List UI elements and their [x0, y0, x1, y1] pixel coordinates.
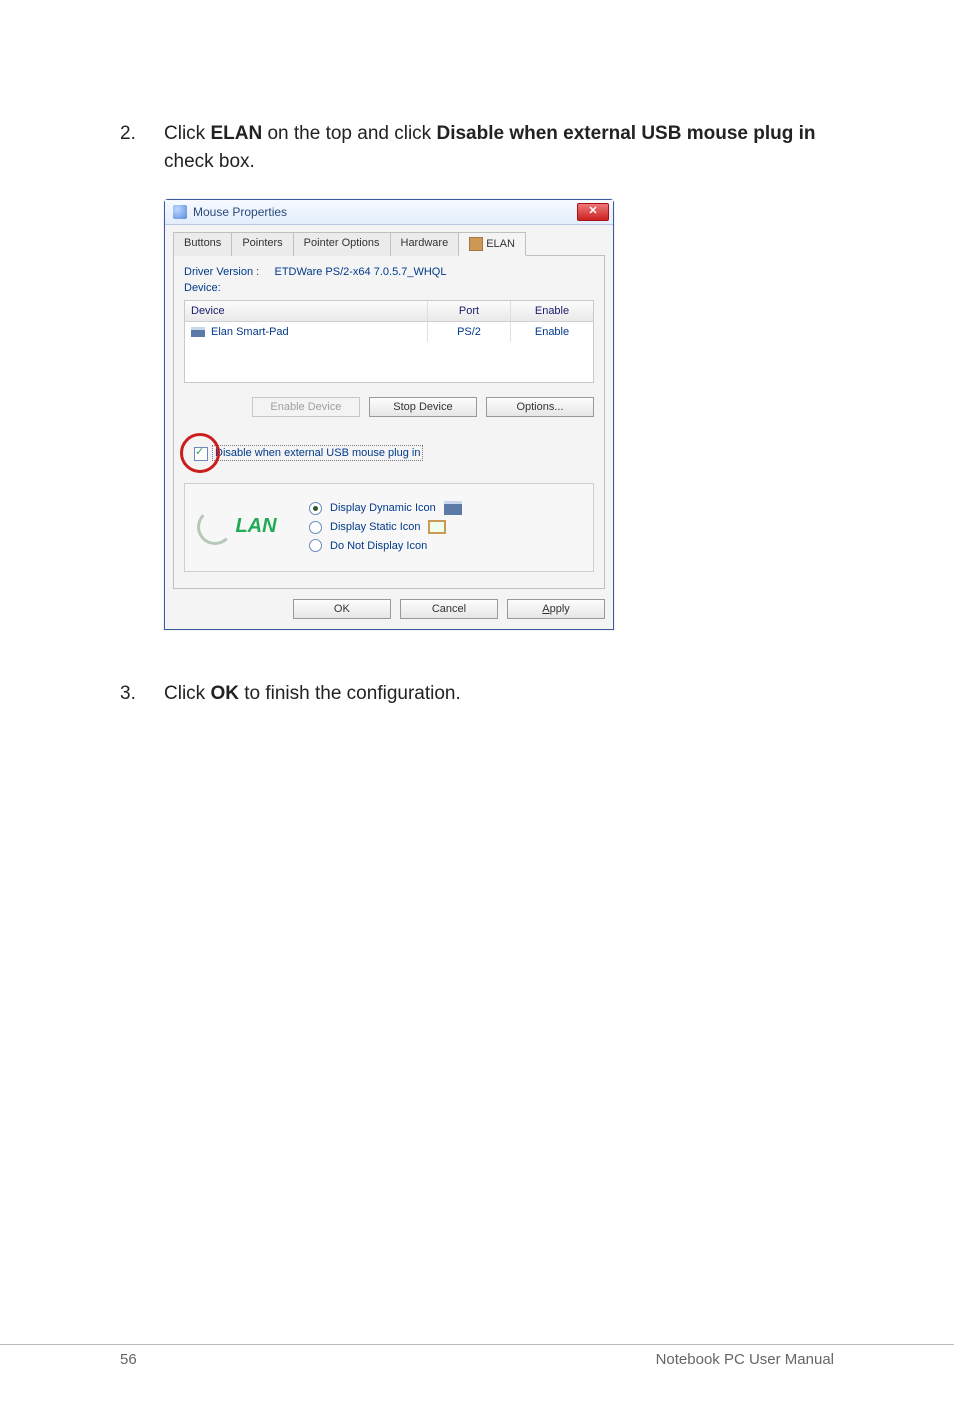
step-2-post: check box. — [164, 151, 255, 172]
stop-device-button[interactable]: Stop Device — [369, 397, 477, 417]
col-header-enable: Enable — [511, 301, 593, 321]
driver-version-value: ETDWare PS/2-x64 7.0.5.7_WHQL — [274, 266, 446, 278]
apply-button[interactable]: Apply — [507, 599, 605, 619]
device-enable: Enable — [511, 322, 593, 342]
dialog-titlebar: Mouse Properties ✕ — [165, 200, 613, 225]
step-2-bold-1: ELAN — [210, 123, 262, 144]
device-table: Device Port Enable Elan Smart-Pad PS/2 E… — [184, 300, 594, 383]
step-3-number: 3. — [120, 680, 164, 708]
radio-dynamic[interactable] — [309, 502, 322, 515]
page-footer: 56 Notebook PC User Manual — [0, 1344, 954, 1368]
ok-button[interactable]: OK — [293, 599, 391, 619]
dialog-action-row: OK Cancel Apply — [173, 589, 605, 619]
apply-underline: A — [542, 603, 549, 615]
touchpad-icon — [191, 327, 205, 337]
radio-static-label: Display Static Icon — [330, 521, 420, 533]
radio-static[interactable] — [309, 521, 322, 534]
radio-none[interactable] — [309, 539, 322, 552]
tab-elan[interactable]: ELAN — [458, 232, 526, 256]
close-button[interactable]: ✕ — [577, 203, 609, 221]
mouse-icon — [173, 205, 187, 219]
col-header-port: Port — [428, 301, 511, 321]
radio-none-row[interactable]: Do Not Display Icon — [309, 539, 583, 552]
step-2: 2. Click ELAN on the top and click Disab… — [120, 120, 834, 175]
tab-pointer-options[interactable]: Pointer Options — [293, 232, 391, 256]
driver-version-label: Driver Version : — [184, 266, 259, 278]
driver-version-line: Driver Version : ETDWare PS/2-x64 7.0.5.… — [184, 266, 594, 278]
device-name: Elan Smart-Pad — [211, 326, 289, 338]
device-port: PS/2 — [428, 322, 511, 342]
step-2-pre: Click — [164, 123, 210, 144]
cancel-button[interactable]: Cancel — [400, 599, 498, 619]
radio-dynamic-row[interactable]: Display Dynamic Icon — [309, 501, 583, 515]
tab-buttons[interactable]: Buttons — [173, 232, 232, 256]
disable-usb-checkbox-row[interactable]: Disable when external USB mouse plug in — [184, 441, 594, 465]
device-buttons-row: Enable Device Stop Device Options... — [184, 397, 594, 417]
footer-title: Notebook PC User Manual — [656, 1351, 834, 1368]
radio-dynamic-label: Display Dynamic Icon — [330, 502, 436, 514]
step-3-post: to finish the configuration. — [239, 683, 461, 704]
step-2-bold-2: Disable when external USB mouse plug in — [436, 123, 815, 144]
step-2-text: Click ELAN on the top and click Disable … — [164, 120, 834, 175]
dynamic-icon-preview — [444, 501, 462, 515]
disable-usb-checkbox[interactable] — [194, 447, 208, 461]
dialog-title: Mouse Properties — [193, 205, 287, 219]
tray-icon-panel: LAN Display Dynamic Icon Display Static … — [184, 483, 594, 572]
static-icon-preview — [428, 520, 446, 534]
radio-none-label: Do Not Display Icon — [330, 540, 427, 552]
col-header-device: Device — [185, 301, 428, 321]
disable-usb-label-rest: sable when external USB mouse plug in — [225, 447, 420, 459]
elan-logo-text: LAN — [235, 515, 276, 538]
step-2-number: 2. — [120, 120, 164, 175]
step-3-bold: OK — [210, 683, 239, 704]
options-button[interactable]: Options... — [486, 397, 594, 417]
elan-logo: LAN — [195, 496, 279, 557]
step-3-pre: Click — [164, 683, 210, 704]
radio-static-row[interactable]: Display Static Icon — [309, 520, 583, 534]
tab-elan-label: ELAN — [486, 238, 515, 250]
elan-tab-icon — [469, 237, 483, 251]
tab-bar: Buttons Pointers Pointer Options Hardwar… — [173, 231, 605, 256]
step-3-text: Click OK to finish the configuration. — [164, 680, 834, 708]
mouse-properties-dialog: Mouse Properties ✕ Buttons Pointers Poin… — [164, 199, 614, 630]
tab-pointers[interactable]: Pointers — [231, 232, 293, 256]
tab-hardware[interactable]: Hardware — [390, 232, 460, 256]
step-3: 3. Click OK to finish the configuration. — [120, 680, 834, 708]
device-row[interactable]: Elan Smart-Pad PS/2 Enable — [185, 322, 593, 342]
disable-usb-label: Disable when external USB mouse plug in — [212, 445, 423, 461]
enable-device-button: Enable Device — [252, 397, 360, 417]
page-number: 56 — [120, 1351, 137, 1368]
step-2-mid: on the top and click — [262, 123, 436, 144]
device-section-label: Device: — [184, 282, 594, 294]
elan-swirl-icon — [197, 509, 233, 545]
